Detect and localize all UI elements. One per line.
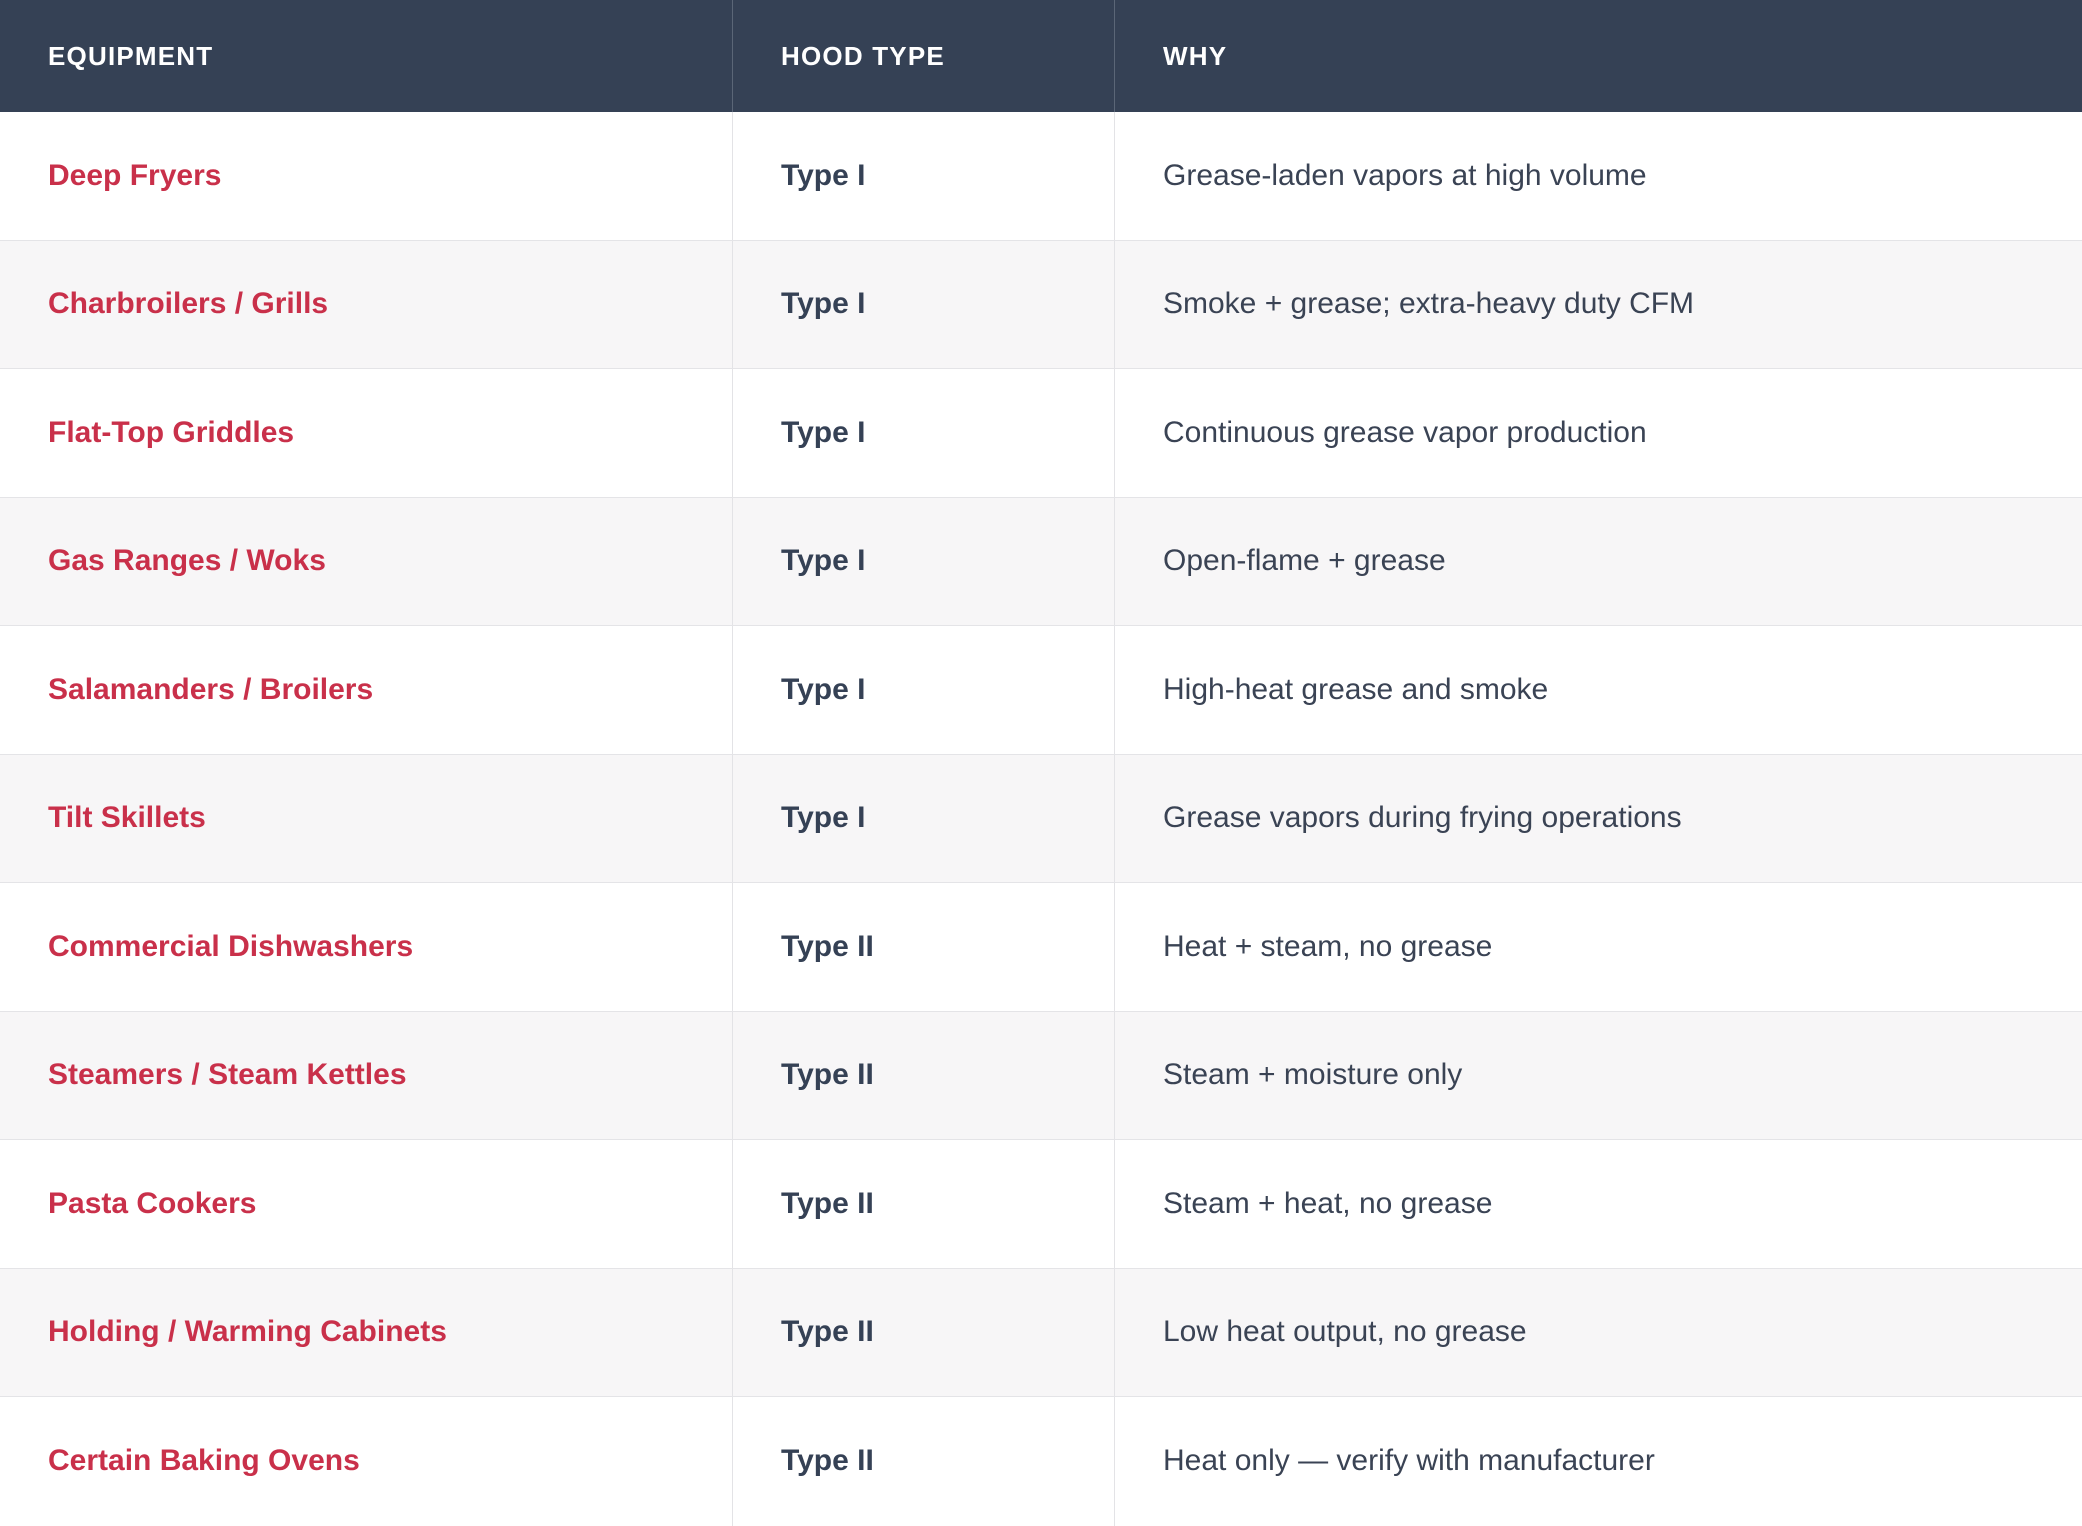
table-row: Holding / Warming Cabinets Type II Low h… [0,1268,2082,1397]
table-row: Commercial Dishwashers Type II Heat + st… [0,883,2082,1012]
table-row: Gas Ranges / Woks Type I Open-flame + gr… [0,497,2082,626]
why-cell: Heat + steam, no grease [1163,929,1493,963]
why-cell: Continuous grease vapor production [1163,415,1647,449]
hood-type-cell: Type II [733,883,1115,1011]
table-row: Deep Fryers Type I Grease-laden vapors a… [0,112,2082,241]
hood-type-cell: Type I [733,369,1115,497]
equipment-cell: Pasta Cookers [0,1140,733,1268]
table-row: Certain Baking Ovens Type II Heat only —… [0,1397,2082,1526]
why-cell: Low heat output, no grease [1163,1315,1527,1349]
equipment-cell: Steamers / Steam Kettles [0,1011,733,1139]
table-row: Tilt Skillets Type I Grease vapors durin… [0,754,2082,883]
table-body: Deep Fryers Type I Grease-laden vapors a… [0,112,2082,1526]
table-row: Pasta Cookers Type II Steam + heat, no g… [0,1140,2082,1269]
why-cell: Smoke + grease; extra-heavy duty CFM [1163,287,1695,321]
table-row: Charbroilers / Grills Type I Smoke + gre… [0,240,2082,369]
why-cell: Grease vapors during frying operations [1163,801,1682,835]
header-why: WHY [1163,40,1228,71]
table-row: Salamanders / Broilers Type I High-heat … [0,626,2082,755]
why-cell: Heat only — verify with manufacturer [1163,1444,1655,1478]
equipment-cell: Gas Ranges / Woks [0,497,733,625]
why-cell: Open-flame + grease [1163,544,1446,578]
hood-type-table: EQUIPMENT HOOD TYPE WHY Deep Fryers Type… [0,0,2082,1526]
hood-type-cell: Type II [733,1268,1115,1396]
table-row: Flat-Top Griddles Type I Continuous grea… [0,369,2082,498]
hood-type-cell: Type I [733,112,1115,240]
hood-type-cell: Type II [733,1011,1115,1139]
equipment-cell: Salamanders / Broilers [0,626,733,754]
equipment-cell: Certain Baking Ovens [0,1397,733,1526]
equipment-cell: Tilt Skillets [0,754,733,882]
header-equipment: EQUIPMENT [0,0,733,112]
hood-type-cell: Type II [733,1397,1115,1526]
equipment-cell: Charbroilers / Grills [0,240,733,368]
why-cell: High-heat grease and smoke [1163,672,1549,706]
hood-type-cell: Type I [733,626,1115,754]
why-cell: Steam + moisture only [1163,1058,1463,1092]
table-row: Steamers / Steam Kettles Type II Steam +… [0,1011,2082,1140]
hood-type-cell: Type I [733,240,1115,368]
equipment-cell: Commercial Dishwashers [0,883,733,1011]
hood-type-cell: Type II [733,1140,1115,1268]
equipment-cell: Holding / Warming Cabinets [0,1268,733,1396]
equipment-cell: Deep Fryers [0,112,733,240]
hood-type-cell: Type I [733,497,1115,625]
table-header: EQUIPMENT HOOD TYPE WHY [0,0,2082,112]
hood-type-cell: Type I [733,754,1115,882]
why-cell: Grease-laden vapors at high volume [1163,158,1647,192]
header-hood-type: HOOD TYPE [733,0,1115,112]
why-cell: Steam + heat, no grease [1163,1186,1493,1220]
equipment-cell: Flat-Top Griddles [0,369,733,497]
